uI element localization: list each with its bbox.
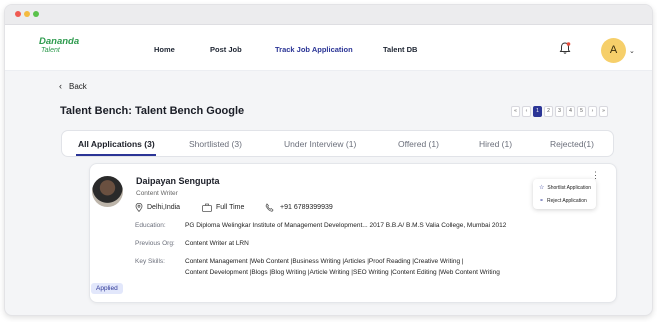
reject-application-label: Reject Application [547, 197, 587, 204]
brand-name: Dananda [39, 36, 80, 47]
brand-logo[interactable]: Dananda Talent [39, 37, 79, 55]
education-value: PG Diploma Welingkar Institute of Manage… [185, 222, 507, 229]
close-window-dot[interactable] [15, 11, 21, 17]
status-badge: Applied [91, 283, 123, 294]
pagination-page-4[interactable]: 4 [566, 106, 575, 117]
pagination-last[interactable]: » [599, 106, 608, 117]
key-skills-line-1: Content Management |Web Content |Busines… [185, 258, 464, 265]
chevron-left-icon: ‹ [59, 81, 62, 91]
candidate-actions-menu: ☆ Shortlist Application ⚬ Reject Applica… [533, 179, 596, 209]
chevron-down-icon[interactable]: ⌄ [629, 47, 635, 55]
shortlist-application-label: Shortlist Application [547, 184, 592, 191]
candidate-job-type: Full Time [202, 203, 244, 212]
phone-icon [265, 203, 274, 212]
back-label: Back [69, 82, 87, 91]
nav-track-job-application[interactable]: Track Job Application [275, 45, 353, 54]
pagination-next[interactable]: › [588, 106, 597, 117]
shortlist-application-item[interactable]: ☆ Shortlist Application [539, 184, 592, 192]
application-tabs: All Applications (3) Shortlisted (3) Und… [61, 130, 614, 157]
pagination-page-1[interactable]: 1 [533, 106, 542, 117]
briefcase-icon [202, 203, 212, 212]
user-avatar[interactable]: A [601, 38, 626, 63]
candidate-role: Content Writer [136, 190, 178, 197]
candidate-photo [92, 176, 123, 207]
nav-home[interactable]: Home [154, 45, 175, 54]
job-type-text: Full Time [216, 204, 245, 211]
notification-bell-icon[interactable] [558, 41, 572, 55]
tab-under-interview[interactable]: Under Interview (1) [284, 139, 356, 149]
user-remove-icon: ⚬ [539, 198, 545, 204]
tab-all-applications[interactable]: All Applications (3) [78, 139, 155, 149]
maximize-window-dot[interactable] [33, 11, 39, 17]
location-pin-icon [135, 203, 143, 212]
candidate-location: Delhi,India [135, 203, 180, 212]
brand-sub: Talent [41, 47, 60, 54]
more-options-icon[interactable]: ⋮ [591, 171, 600, 180]
nav-talent-db[interactable]: Talent DB [383, 45, 417, 54]
minimize-window-dot[interactable] [24, 11, 30, 17]
window-titlebar [5, 5, 652, 25]
active-tab-indicator [76, 154, 156, 156]
back-button[interactable]: ‹ Back [59, 81, 87, 91]
top-navbar: Dananda Talent Home Post Job Track Job A… [5, 25, 652, 71]
tab-offered[interactable]: Offered (1) [398, 139, 439, 149]
pagination-prev[interactable]: ‹ [522, 106, 531, 117]
location-text: Delhi,India [147, 204, 181, 211]
candidate-name[interactable]: Daipayan Sengupta [136, 176, 220, 186]
pagination-page-3[interactable]: 3 [555, 106, 564, 117]
nav-post-job[interactable]: Post Job [210, 45, 242, 54]
pagination-page-5[interactable]: 5 [577, 106, 586, 117]
key-skills-label: Key Skills: [135, 258, 165, 265]
tab-shortlisted[interactable]: Shortlisted (3) [189, 139, 242, 149]
pagination-page-2[interactable]: 2 [544, 106, 553, 117]
reject-application-item[interactable]: ⚬ Reject Application [539, 197, 587, 205]
previous-org-value: Content Writer at LRN [185, 240, 249, 247]
education-label: Education: [135, 222, 166, 229]
key-skills-line-2: Content Development |Blogs |Blog Writing… [185, 269, 500, 276]
tab-hired[interactable]: Hired (1) [479, 139, 512, 149]
tab-rejected[interactable]: Rejected(1) [550, 139, 594, 149]
pagination-first[interactable]: « [511, 106, 520, 117]
previous-org-label: Previous Org: [135, 240, 175, 247]
pagination: « ‹ 1 2 3 4 5 › » [511, 106, 610, 117]
candidate-phone: +91 6789399939 [265, 203, 333, 212]
star-icon: ☆ [539, 185, 545, 191]
phone-text[interactable]: +91 6789399939 [280, 204, 333, 211]
page-title: Talent Bench: Talent Bench Google [60, 105, 245, 117]
